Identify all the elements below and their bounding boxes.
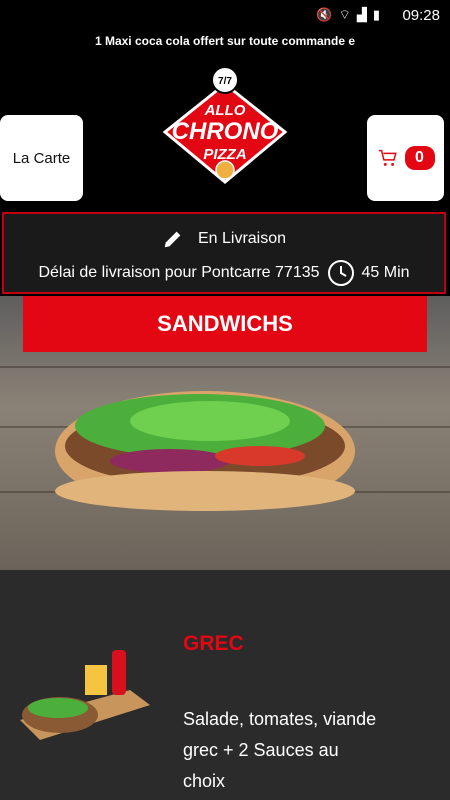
category-title-button[interactable]: SANDWICHS [23, 296, 427, 352]
status-bar: 🔇 ⌔ ▟ ▮ 09:28 [0, 0, 450, 30]
allo-chrono-pizza-logo: 7/7 ALLO CHRONO PIZZA [162, 66, 288, 184]
delivery-delay-value: 45 Min [361, 264, 410, 281]
product-image-grec[interactable] [10, 650, 160, 750]
logo-clock-text: 7/7 [218, 76, 232, 87]
pencil-icon[interactable] [162, 228, 184, 250]
logo-line1: ALLO [204, 102, 246, 119]
signal-icon: ▟ [356, 7, 367, 22]
delivery-mode: En Livraison [197, 230, 287, 247]
delivery-delay-text: Délai de livraison pour Pontcarre 77135 [38, 264, 320, 281]
la-carte-label: La Carte [12, 149, 71, 167]
battery-icon: ▮ [372, 7, 380, 22]
wifi-icon: ⌔ [338, 7, 351, 22]
cart-icon [378, 149, 397, 166]
clock-icon [327, 260, 354, 286]
mute-icon: 🔇 [316, 7, 333, 22]
status-icons: 🔇 ⌔ ▟ ▮ [316, 7, 380, 23]
cart-button[interactable]: 0 [367, 115, 444, 201]
cart-count-badge: 0 [404, 146, 435, 170]
status-time: 09:28 [402, 7, 440, 24]
product-title[interactable]: GREC [183, 632, 244, 656]
promo-ticker: 1 Maxi coca cola offert sur toute comman… [94, 34, 356, 48]
logo-line2: CHRONO [172, 118, 279, 145]
product-description: Salade, tomates, viande grec + 2 Sauces … [183, 709, 377, 791]
delivery-info-panel[interactable]: En Livraison Délai de livraison pour Pon… [2, 212, 446, 294]
la-carte-button[interactable]: La Carte [0, 115, 83, 201]
